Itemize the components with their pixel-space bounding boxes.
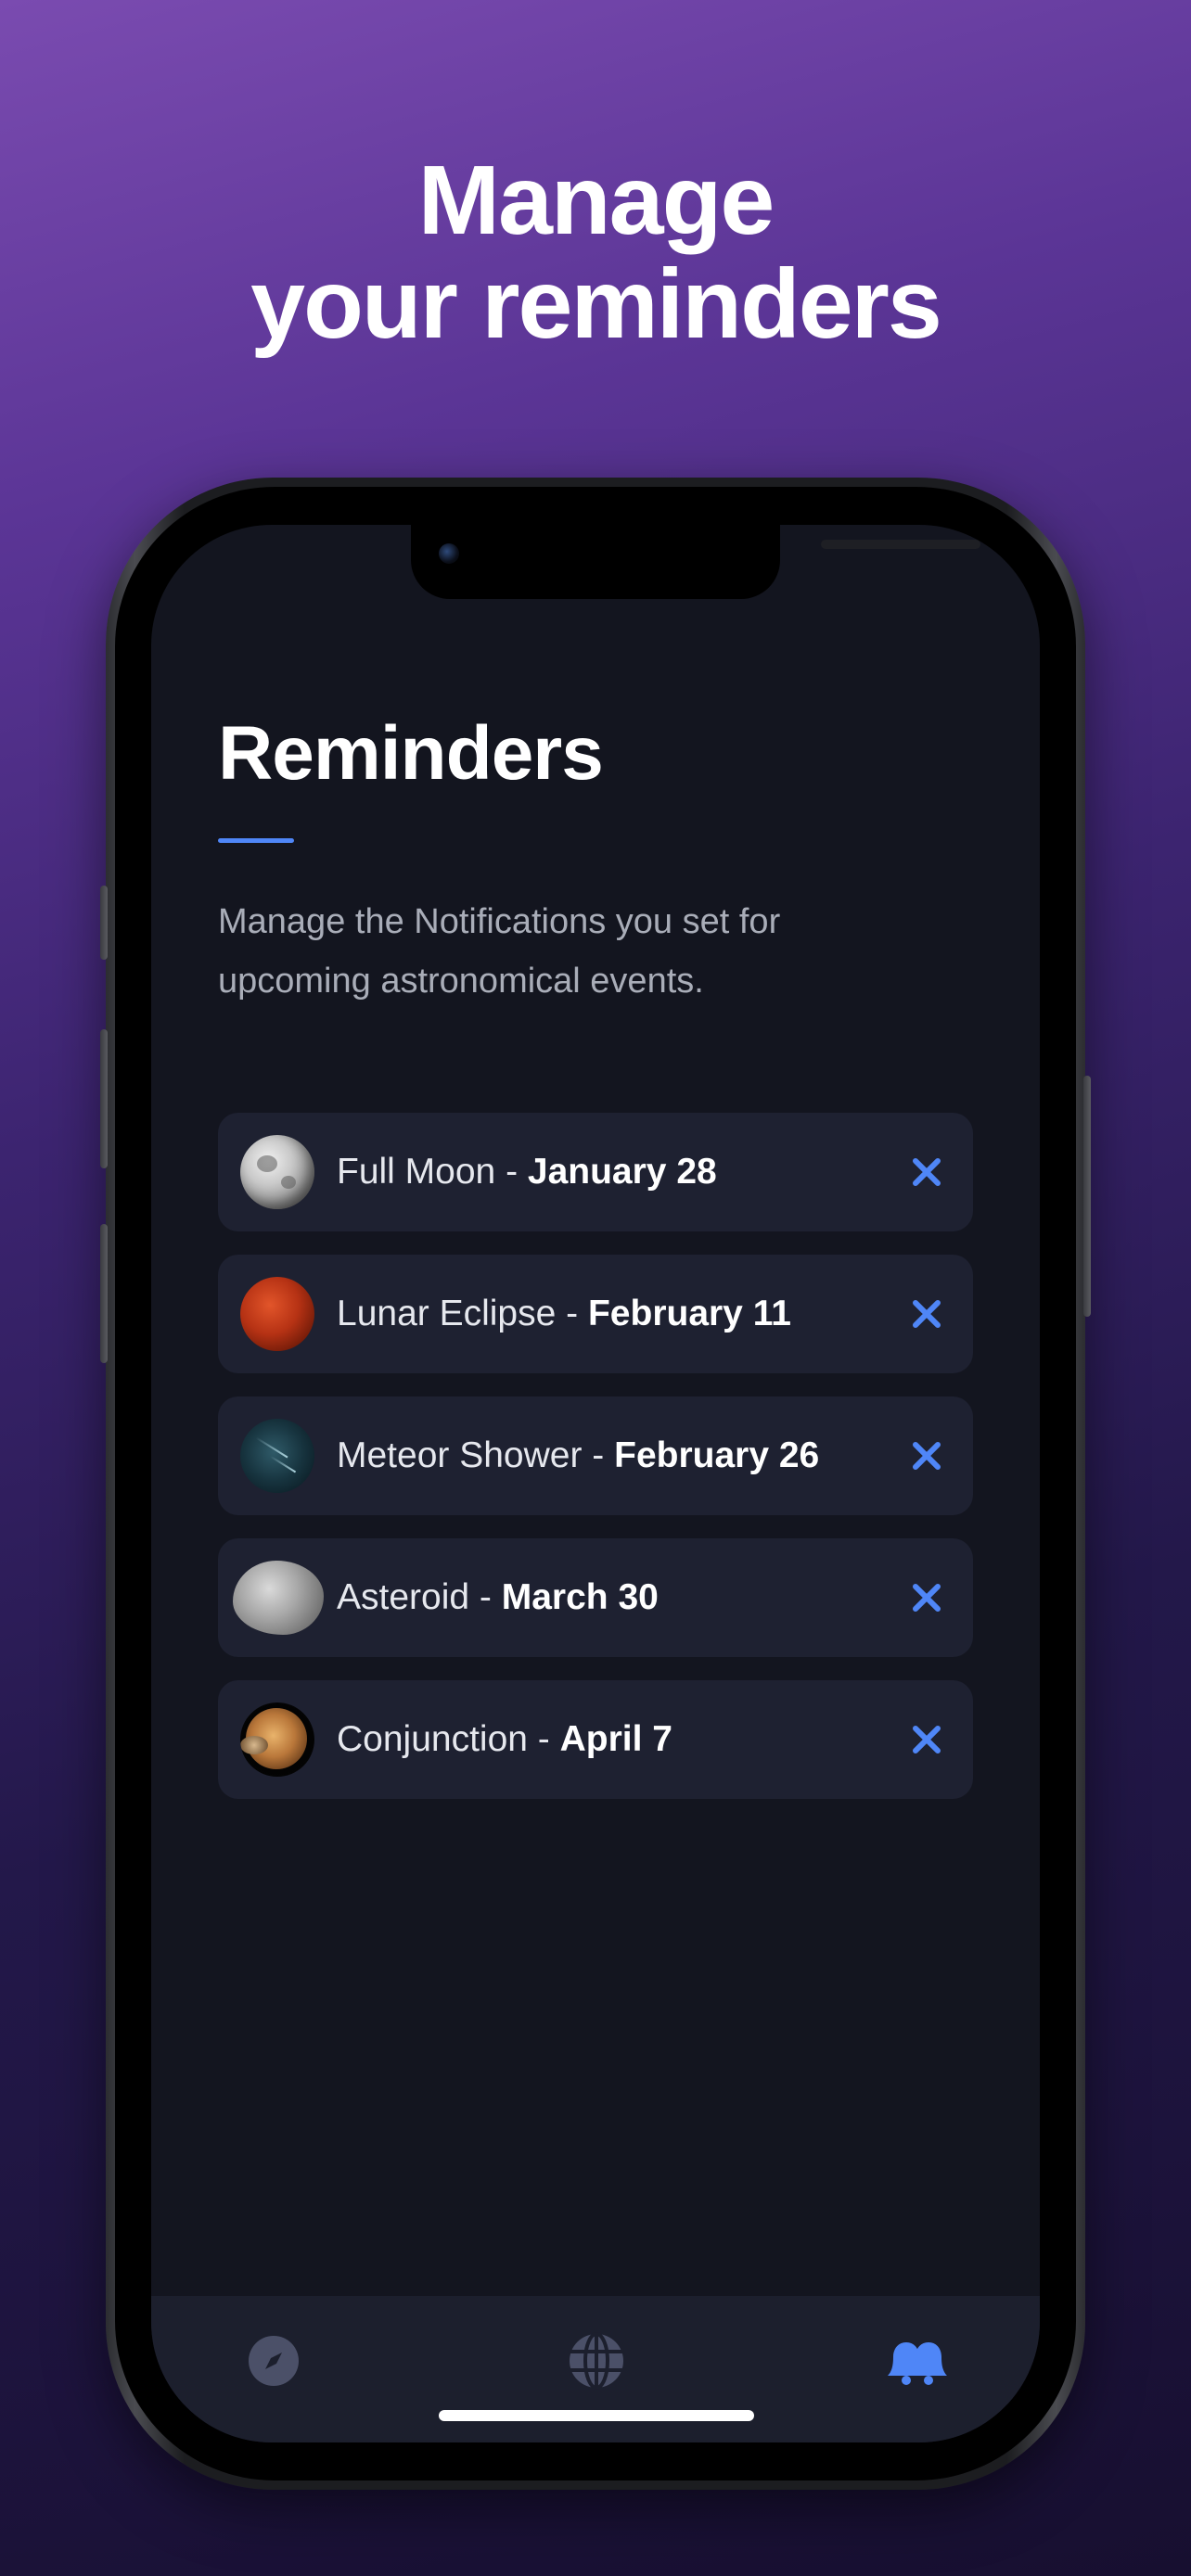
- title-underline: [218, 838, 294, 843]
- close-icon: [913, 1442, 941, 1470]
- reminder-item-full-moon[interactable]: Full Moon - January 28: [218, 1113, 973, 1231]
- reminder-date: February 26: [614, 1435, 820, 1475]
- reminder-item-conjunction[interactable]: Conjunction - April 7: [218, 1680, 973, 1799]
- phone-frame: Reminders Manage the Notifications you s…: [100, 478, 1091, 2490]
- phone-screen: Reminders Manage the Notifications you s…: [151, 525, 1040, 2442]
- full-moon-thumbnail: [240, 1135, 314, 1209]
- close-icon: [913, 1726, 941, 1753]
- remove-reminder-button[interactable]: [901, 1430, 953, 1482]
- reminder-event: Conjunction: [337, 1719, 528, 1759]
- reminder-event: Lunar Eclipse: [337, 1294, 557, 1333]
- reminder-event: Meteor Shower: [337, 1435, 583, 1475]
- close-icon: [913, 1300, 941, 1328]
- reminder-item-lunar-eclipse[interactable]: Lunar Eclipse - February 11: [218, 1255, 973, 1373]
- volume-down-button: [100, 1224, 108, 1363]
- remove-reminder-button[interactable]: [901, 1146, 953, 1198]
- bells-icon: [888, 2342, 947, 2385]
- reminder-event: Full Moon: [337, 1152, 496, 1192]
- tab-globe[interactable]: [559, 2327, 634, 2394]
- volume-up-button: [100, 1029, 108, 1168]
- reminder-date: March 30: [501, 1577, 659, 1617]
- reminder-separator: -: [469, 1577, 502, 1617]
- tab-reminders[interactable]: [880, 2327, 954, 2394]
- headline-line-2: your reminders: [250, 249, 942, 359]
- tab-explore[interactable]: [237, 2327, 311, 2394]
- front-camera: [439, 543, 459, 564]
- reminder-date: April 7: [559, 1719, 673, 1759]
- reminder-separator: -: [556, 1294, 588, 1333]
- reminder-item-asteroid[interactable]: Asteroid - March 30: [218, 1538, 973, 1657]
- reminder-label: Conjunction - April 7: [337, 1680, 672, 1799]
- lunar-eclipse-thumbnail: [240, 1277, 314, 1351]
- marketing-headline: Manage your reminders: [0, 148, 1191, 356]
- conjunction-thumbnail: [240, 1702, 314, 1777]
- reminder-label: Full Moon - January 28: [337, 1113, 717, 1231]
- notch: [411, 525, 980, 599]
- page-title: Reminders: [218, 711, 604, 796]
- speaker-grille: [821, 540, 980, 549]
- reminder-label: Lunar Eclipse - February 11: [337, 1255, 791, 1373]
- globe-icon: [570, 2332, 623, 2390]
- home-indicator[interactable]: [439, 2410, 754, 2421]
- meteor-shower-thumbnail: [240, 1419, 314, 1493]
- reminder-item-meteor-shower[interactable]: Meteor Shower - February 26: [218, 1396, 973, 1515]
- remove-reminder-button[interactable]: [901, 1572, 953, 1624]
- asteroid-thumbnail: [233, 1561, 324, 1635]
- close-icon: [913, 1158, 941, 1186]
- reminder-date: January 28: [527, 1152, 717, 1192]
- reminder-date: February 11: [587, 1294, 791, 1333]
- remove-reminder-button[interactable]: [901, 1288, 953, 1340]
- reminder-separator: -: [527, 1719, 560, 1759]
- reminder-separator: -: [582, 1435, 615, 1475]
- power-button: [1083, 1076, 1091, 1317]
- headline-line-1: Manage: [417, 146, 775, 255]
- reminder-event: Asteroid: [337, 1577, 470, 1617]
- close-icon: [913, 1584, 941, 1612]
- remove-reminder-button[interactable]: [901, 1714, 953, 1766]
- page-subtitle: Manage the Notifications you set for upc…: [218, 902, 781, 1001]
- reminder-label: Meteor Shower - February 26: [337, 1396, 819, 1515]
- reminder-label: Asteroid - March 30: [337, 1538, 659, 1657]
- reminder-separator: -: [495, 1152, 528, 1192]
- compass-icon: [249, 2336, 299, 2386]
- mute-switch: [100, 886, 108, 960]
- reminders-list: Full Moon - January 28 Lunar Eclipse - F…: [218, 1113, 973, 1822]
